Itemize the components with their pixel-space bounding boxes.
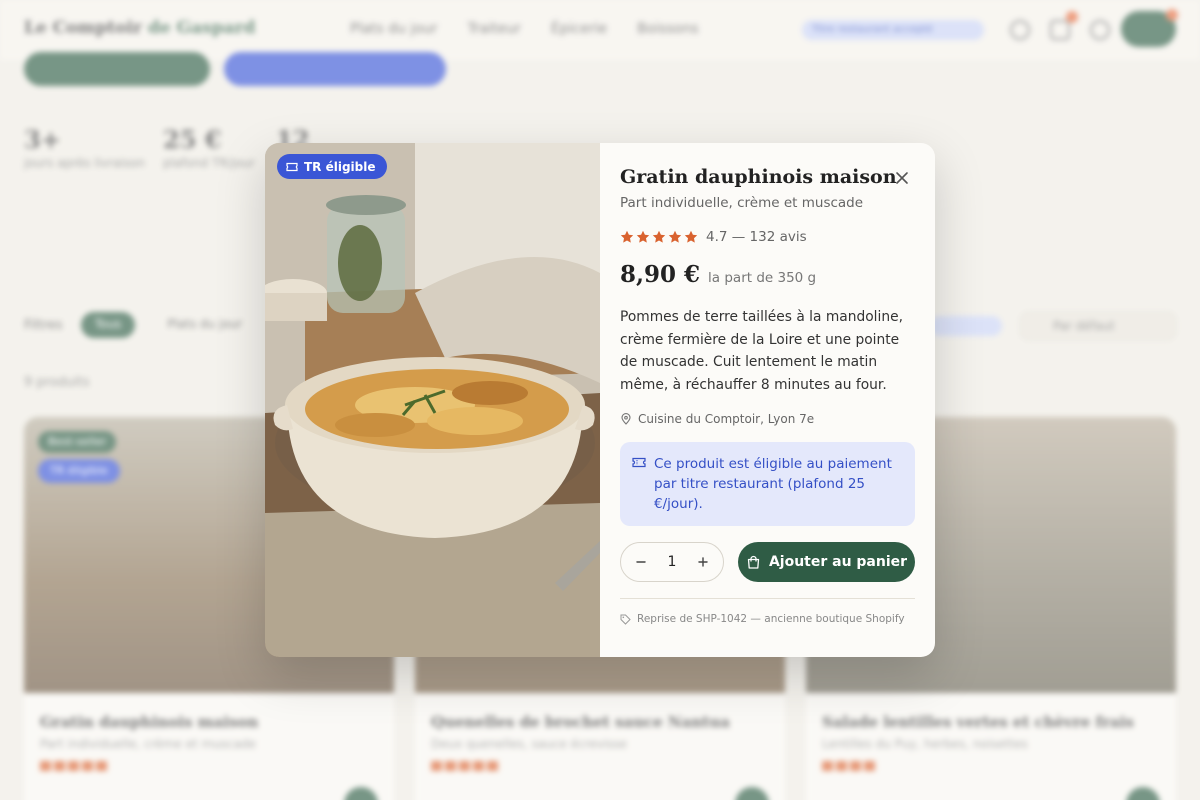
reference-row: Reprise de SHP-1042 — ancienne boutique … <box>620 613 915 625</box>
decrease-quantity-button[interactable] <box>633 554 649 570</box>
tag-icon <box>620 614 631 625</box>
shopping-bag-icon <box>747 555 760 569</box>
tr-eligibility-notice: Ce produit est éligible au paiement par … <box>620 442 915 526</box>
purchase-row: 1 Ajouter au panier <box>620 542 915 582</box>
divider <box>620 598 915 599</box>
star-icon <box>668 230 682 243</box>
product-photo: TR éligible <box>265 143 600 657</box>
ticket-icon <box>632 457 646 468</box>
location-row: Cuisine du Comptoir, Lyon 7e <box>620 412 915 426</box>
product-description: Pommes de terre taillées à la mandoline,… <box>620 309 903 393</box>
ticket-icon <box>286 162 298 171</box>
increase-quantity-button[interactable] <box>695 554 711 570</box>
product-modal: TR éligible Gratin dauphinois maison Par… <box>265 143 935 657</box>
add-to-cart-label: Ajouter au panier <box>768 554 908 570</box>
tr-badge-label: TR éligible <box>304 159 376 174</box>
reference-text: Reprise de SHP-1042 — ancienne boutique … <box>637 613 905 625</box>
tr-info-text: Ce produit est éligible au paiement par … <box>654 456 892 512</box>
star-rating <box>620 230 698 244</box>
rating-row: 4.7 — 132 avis <box>620 229 915 245</box>
add-to-cart-button[interactable]: Ajouter au panier <box>738 542 915 582</box>
product-price: 8,90 € <box>620 261 701 288</box>
close-icon[interactable] <box>893 169 911 187</box>
minus-icon <box>636 561 646 563</box>
gratin-illustration <box>265 143 600 657</box>
star-icon <box>684 230 698 243</box>
product-subtitle: Part individuelle, crème et muscade <box>620 195 864 211</box>
product-title: Gratin dauphinois maison <box>620 166 897 188</box>
rating-text: 4.7 — 132 avis <box>706 229 807 245</box>
product-details: Gratin dauphinois maison Part individuel… <box>600 143 935 657</box>
quantity-value[interactable]: 1 <box>668 554 677 570</box>
price-row: 8,90 € la part de 350 g <box>620 261 915 288</box>
star-icon <box>652 230 666 243</box>
tr-eligible-badge: TR éligible <box>277 154 387 179</box>
plus-icon <box>698 557 708 567</box>
star-icon <box>636 230 650 243</box>
location-text: Cuisine du Comptoir, Lyon 7e <box>638 412 815 426</box>
star-icon <box>620 230 634 243</box>
map-pin-icon <box>621 413 631 425</box>
quantity-stepper: 1 <box>620 542 724 582</box>
price-unit: la part de 350 g <box>708 270 817 286</box>
